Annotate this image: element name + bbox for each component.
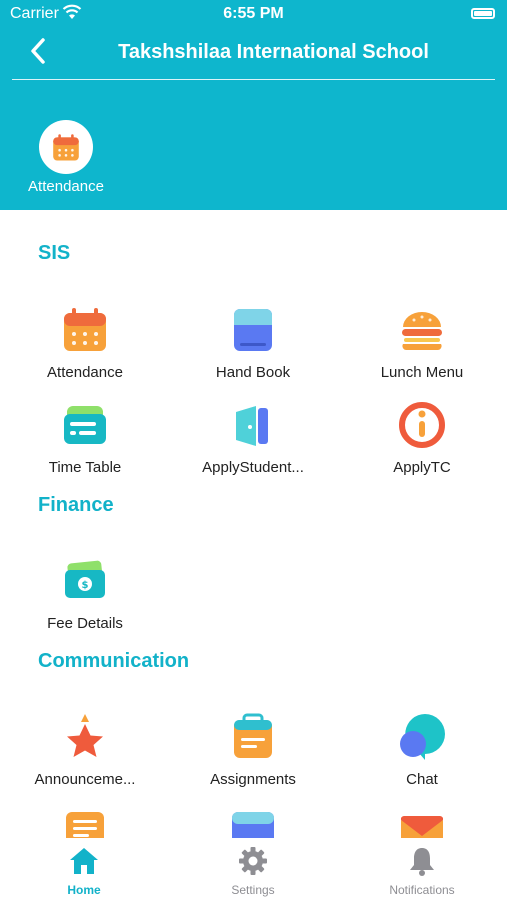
status-bar: Carrier 6:55 PM <box>0 0 507 28</box>
quick-access-label: Attendance <box>28 178 104 195</box>
clipboard-icon <box>234 713 272 758</box>
tile-apply-tc[interactable]: ApplyTC <box>347 400 497 476</box>
tile-assignments[interactable]: Assignments <box>178 712 328 788</box>
tile-label: ApplyTC <box>393 459 451 476</box>
tile-lunch-menu[interactable]: Lunch Menu <box>347 305 497 381</box>
header-banner: Carrier 6:55 PM Takshshilaa Internationa… <box>0 0 507 210</box>
page-title: Takshshilaa International School <box>118 41 429 63</box>
tray-icon <box>232 812 274 838</box>
tile-label: Announceme... <box>34 771 136 788</box>
tab-label-settings: Settings <box>231 883 275 897</box>
tile-partial-tray[interactable] <box>178 808 328 838</box>
tile-time-table[interactable]: Time Table <box>10 400 160 476</box>
calendar-icon <box>64 308 106 351</box>
section-title-sis: SIS <box>38 242 71 264</box>
tile-label: ApplyStudent... <box>202 459 304 476</box>
bell-icon <box>410 848 434 876</box>
burger-icon <box>402 312 442 351</box>
back-button[interactable] <box>24 36 54 66</box>
tile-fee-details[interactable]: $ Fee Details <box>10 556 160 632</box>
mail-icon <box>401 815 443 838</box>
battery-icon <box>471 8 495 19</box>
gear-icon <box>239 847 267 875</box>
tab-label-notifications: Notifications <box>389 883 455 897</box>
tile-label: Lunch Menu <box>380 364 464 381</box>
quick-access-icon-circle <box>39 120 93 174</box>
tile-attendance[interactable]: Attendance <box>10 305 160 381</box>
door-icon <box>236 406 268 446</box>
tile-partial-mail[interactable] <box>347 808 497 838</box>
document-icon <box>66 812 104 838</box>
money-icon: $ <box>65 560 105 598</box>
nav-divider <box>12 79 495 80</box>
tab-notifications[interactable]: Notifications <box>362 846 482 897</box>
star-icon <box>67 714 103 757</box>
tile-hand-book[interactable]: Hand Book <box>178 305 328 381</box>
tile-announcements[interactable]: Announceme... <box>10 712 160 788</box>
calendar-icon <box>53 134 79 161</box>
tile-chat[interactable]: Chat <box>347 712 497 788</box>
section-title-finance: Finance <box>38 494 114 516</box>
section-title-communication: Communication <box>38 650 190 672</box>
home-icon <box>70 848 98 874</box>
quick-access-attendance[interactable]: Attendance <box>18 120 114 195</box>
navigation-bar: Takshshilaa International School <box>0 28 507 80</box>
svg-text:$: $ <box>82 580 89 591</box>
tile-label: Time Table <box>48 459 122 476</box>
tab-settings[interactable]: Settings <box>193 846 313 897</box>
tab-home[interactable]: Home <box>24 846 144 897</box>
tile-label: Attendance <box>47 364 123 381</box>
tile-label: Chat <box>406 771 438 788</box>
tab-bar: Home Settings Notifications <box>0 838 507 900</box>
tile-label: Assignments <box>210 771 296 788</box>
tile-partial-document[interactable] <box>10 808 160 838</box>
chat-icon <box>400 714 445 760</box>
tab-label-home: Home <box>67 883 101 897</box>
info-icon <box>399 402 445 448</box>
tile-label: Hand Book <box>215 364 291 381</box>
timetable-icon <box>64 406 106 444</box>
tile-apply-student[interactable]: ApplyStudent... <box>178 400 328 476</box>
tile-label: Fee Details <box>47 615 123 632</box>
handbook-icon <box>234 309 272 351</box>
clock: 6:55 PM <box>223 5 284 22</box>
